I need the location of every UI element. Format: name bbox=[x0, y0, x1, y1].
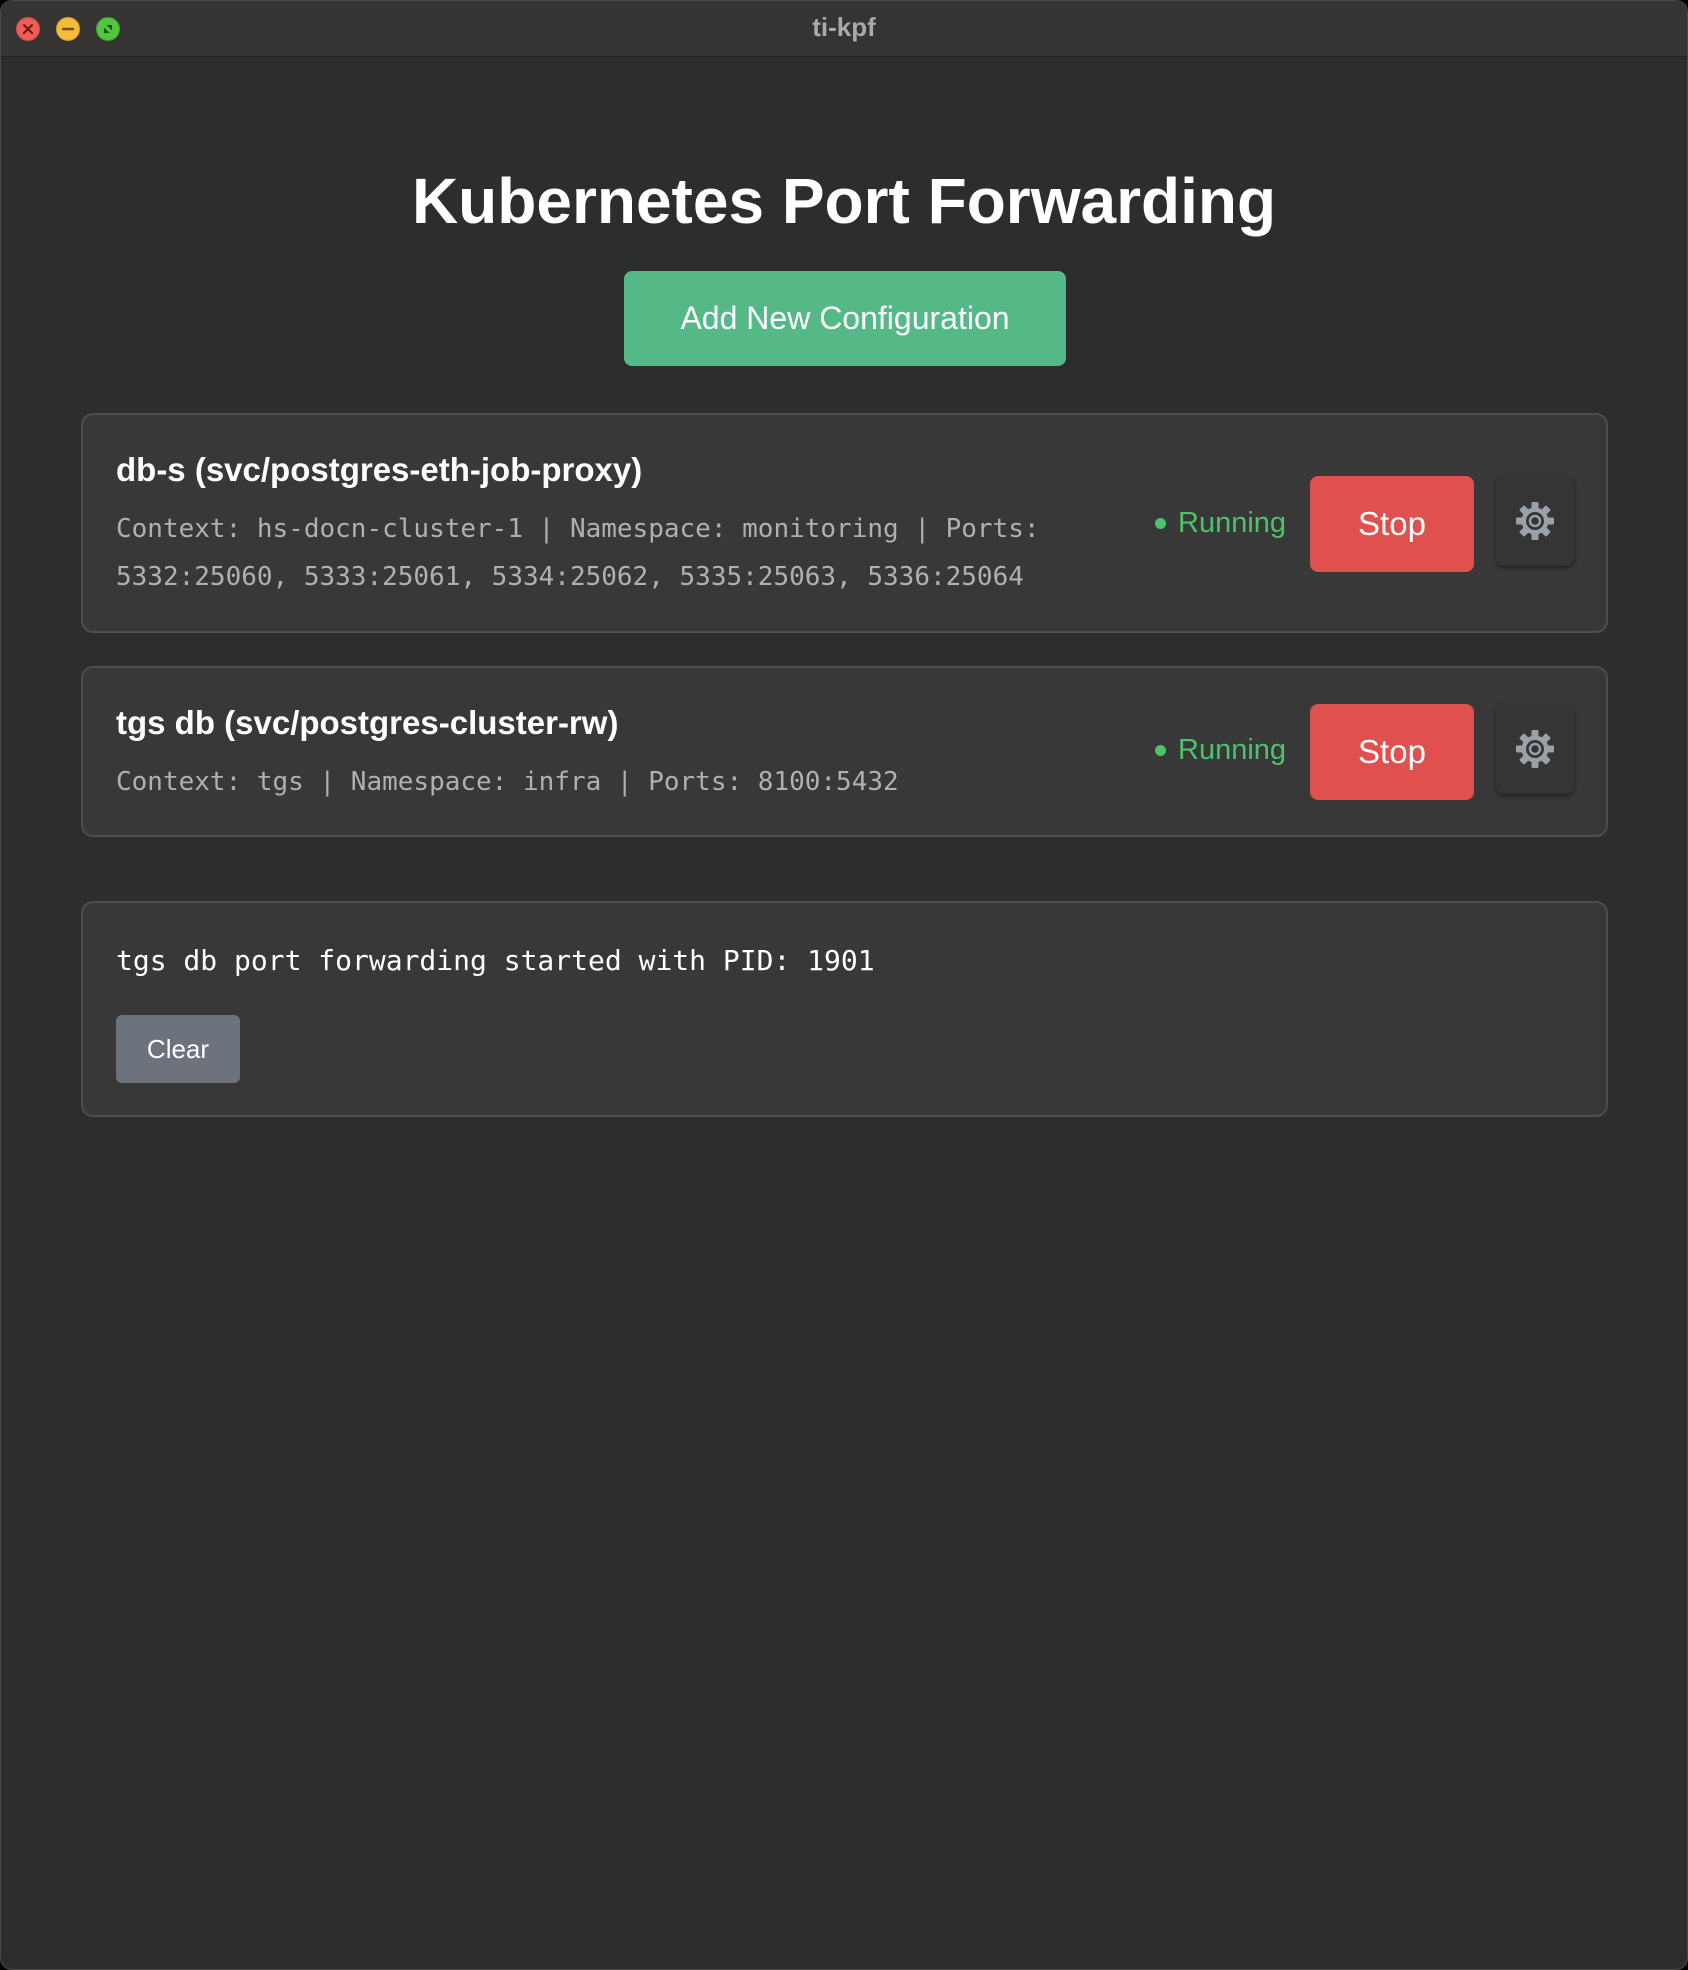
log-panel: tgs db port forwarding started with PID:… bbox=[81, 901, 1608, 1117]
app-window: ti-kpf Kubernetes Port Forwarding Add Ne… bbox=[0, 0, 1688, 1970]
status-text: Running bbox=[1178, 506, 1287, 539]
log-message: tgs db port forwarding started with PID:… bbox=[116, 944, 875, 977]
title-bar: ti-kpf bbox=[1, 1, 1687, 57]
settings-button[interactable] bbox=[1496, 704, 1574, 794]
status-dot-icon bbox=[1155, 744, 1166, 756]
stop-button[interactable]: Stop bbox=[1310, 704, 1474, 800]
stop-button[interactable]: Stop bbox=[1310, 476, 1474, 572]
status-dot-icon bbox=[1155, 517, 1166, 529]
window-title: ti-kpf bbox=[812, 12, 876, 42]
config-details: Context: hs-docn-cluster-1 | Namespace: … bbox=[116, 514, 1040, 592]
config-card: tgs db (svc/postgres-cluster-rw) Context… bbox=[81, 666, 1608, 837]
config-title: tgs db (svc/postgres-cluster-rw) bbox=[116, 704, 619, 741]
status-text: Running bbox=[1178, 733, 1287, 766]
config-title: db-s (svc/postgres-eth-job-proxy) bbox=[116, 451, 643, 488]
clear-button[interactable]: Clear bbox=[116, 1015, 240, 1083]
add-new-configuration-button[interactable]: Add New Configuration bbox=[624, 271, 1066, 366]
gear-icon bbox=[1516, 730, 1554, 768]
config-card: db-s (svc/postgres-eth-job-proxy) Contex… bbox=[81, 413, 1608, 633]
settings-button[interactable] bbox=[1496, 476, 1574, 566]
gear-icon bbox=[1516, 502, 1554, 540]
page-title: Kubernetes Port Forwarding bbox=[411, 165, 1277, 237]
config-details: Context: tgs | Namespace: infra | Ports:… bbox=[116, 767, 899, 797]
